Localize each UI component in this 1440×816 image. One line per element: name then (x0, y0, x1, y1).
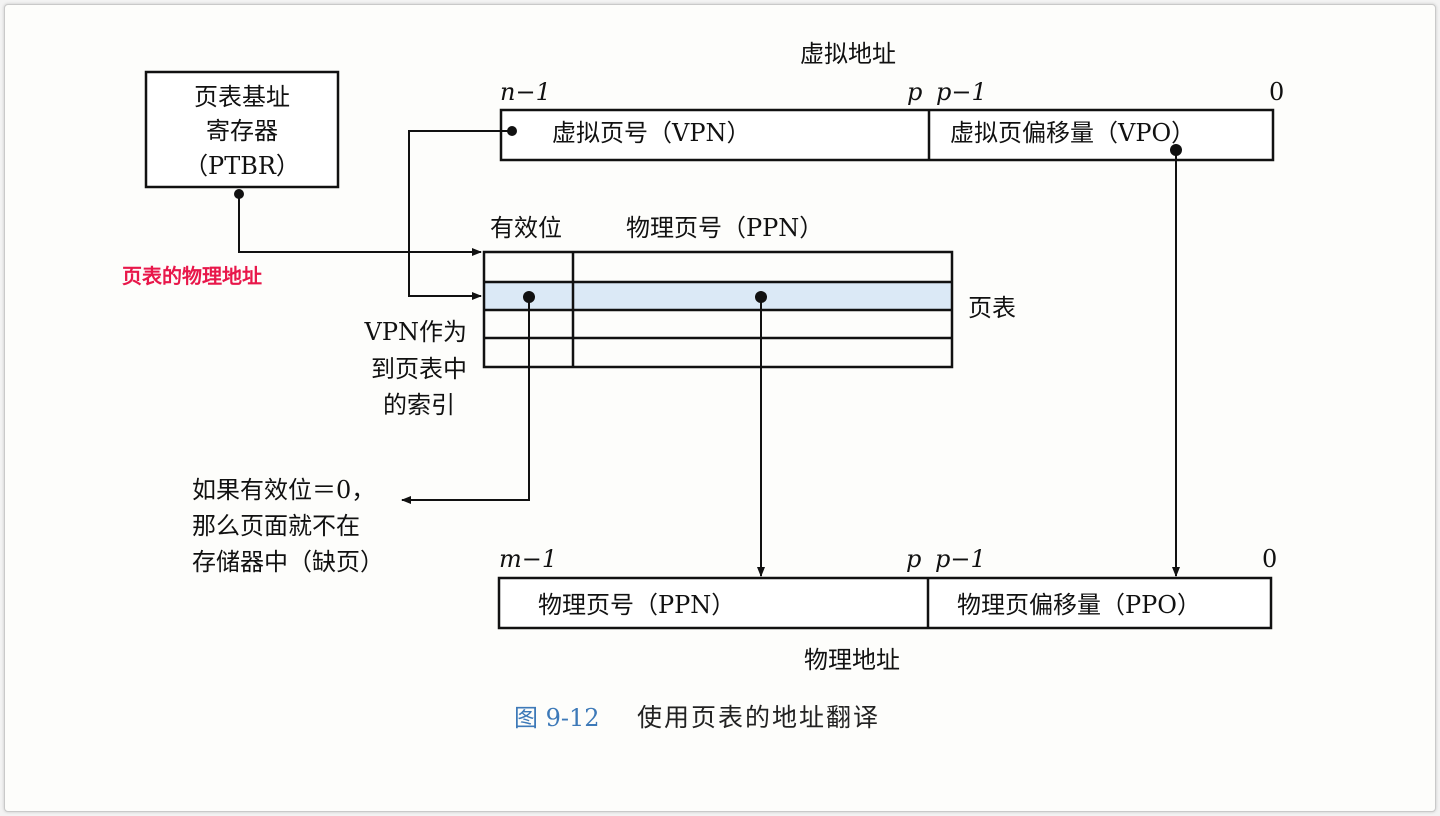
ppn-field: 物理页号（PPN） (538, 591, 735, 619)
figure-number: 图 9-12 (514, 704, 600, 732)
virtual-bit-low: 0 (1269, 78, 1284, 106)
virtual-bit-p-minus-1: p−1 (936, 78, 987, 106)
fault-note-line3: 存储器中（缺页） (192, 548, 384, 576)
fault-note-line1: 如果有效位＝0， (192, 476, 375, 504)
ptbr-label-line2: 寄存器 (206, 117, 278, 145)
physical-bit-p-minus-1: p−1 (935, 545, 986, 573)
physical-bit-p: p (906, 545, 921, 573)
vpn-index-line3: 的索引 (383, 391, 455, 419)
ptbr-label-line3: （PTBR） (184, 152, 300, 180)
ppn-header: 物理页号（PPN） (626, 214, 823, 242)
physical-address-title: 物理地址 (804, 646, 900, 674)
vpn-index-line1: VPN作为 (364, 318, 467, 346)
ppo-field: 物理页偏移量（PPO） (957, 591, 1201, 619)
virtual-bit-high: n−1 (500, 78, 551, 106)
virtual-address: 虚拟地址 n−1 p p−1 0 虚拟页号（VPN） 虚拟页偏移量（VPO） (499, 40, 1284, 162)
figure-title: 使用页表的地址翻译 (637, 703, 880, 732)
figure-caption: 图 9-12 使用页表的地址翻译 (514, 703, 880, 732)
virtual-bit-p: p (907, 78, 922, 106)
vpn-index-line2: 到页表中 (371, 355, 467, 383)
physical-bit-low: 0 (1262, 545, 1277, 573)
physical-address: m−1 p p−1 0 物理页号（PPN） 物理页偏移量（PPO） 物理地址 (497, 545, 1277, 674)
vpo-field: 虚拟页偏移量（VPO） (950, 119, 1195, 147)
fault-note-line2: 那么页面就不在 (192, 512, 360, 540)
vpn-field: 虚拟页号（VPN） (552, 119, 750, 147)
page-table: 有效位 物理页号（PPN） 页表 (482, 214, 1016, 369)
page-fault-note: 如果有效位＝0， 那么页面就不在 存储器中（缺页） (192, 476, 384, 576)
vpn-index-note: VPN作为 到页表中 的索引 (364, 318, 467, 419)
address-translation-diagram: 页表基址 寄存器 （PTBR） 页表的物理地址 虚拟地址 n−1 p p−1 0… (122, 40, 1284, 732)
physical-bit-high: m−1 (499, 545, 557, 573)
virtual-address-title: 虚拟地址 (800, 40, 896, 68)
ptbr-label-line1: 页表基址 (194, 83, 290, 111)
ptbr-physical-address-note: 页表的物理地址 (122, 264, 262, 288)
ptbr-to-page-table-arrow (238, 194, 482, 256)
ptbr-register: 页表基址 寄存器 （PTBR） (144, 70, 340, 189)
valid-bit-header: 有效位 (490, 214, 562, 242)
connectors (234, 126, 1182, 577)
selected-pte-highlight (484, 282, 952, 310)
page-table-label: 页表 (968, 294, 1016, 322)
